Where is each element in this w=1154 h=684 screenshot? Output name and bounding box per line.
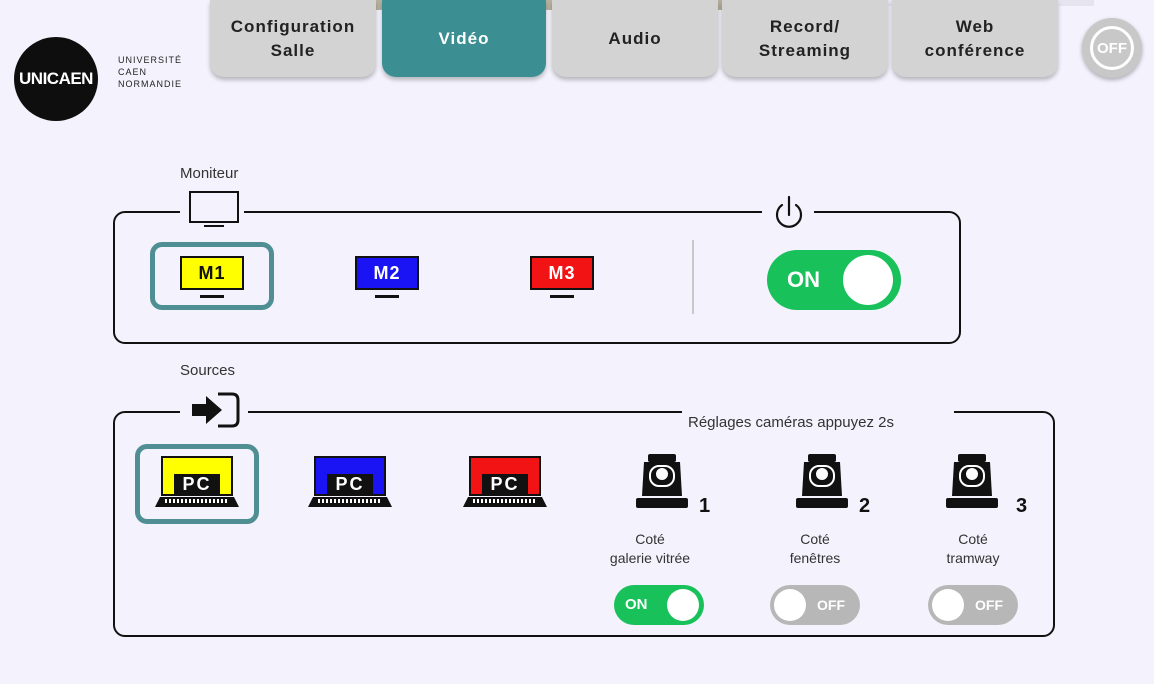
moniteur-label: Moniteur <box>180 165 239 182</box>
logo-mark: UNICAEN <box>19 69 93 88</box>
sources-label: Sources <box>180 362 236 379</box>
monitor-m3-screen: M3 <box>530 256 594 290</box>
logo-line-3: NORMANDIE <box>118 79 183 89</box>
off-button-label: OFF <box>1090 26 1134 70</box>
camera-2-number: 2 <box>859 495 871 517</box>
tab-audio[interactable]: Audio <box>552 0 718 77</box>
monitor-m1-screen: M1 <box>180 256 244 290</box>
camera-1-icon[interactable] <box>632 452 692 512</box>
tab-configuration-salle[interactable]: Configuration Salle <box>210 0 376 77</box>
camera-1-number: 1 <box>699 495 711 517</box>
power-toggle-label: ON <box>787 267 820 292</box>
pc-label: PC <box>327 474 373 494</box>
logo-line-1: UNIVERSITÉ <box>118 55 183 65</box>
tab-label-line2: conférence <box>924 40 1026 60</box>
camera-2-icon[interactable] <box>792 452 852 512</box>
tab-label-line1: Vidéo <box>438 28 490 48</box>
monitor-stand <box>200 295 224 298</box>
camera-caption-line2: galerie vitrée <box>609 550 691 566</box>
monitor-m3-button[interactable]: M3 <box>530 256 594 306</box>
power-icon <box>775 195 803 228</box>
monitor-icon <box>189 191 239 227</box>
laptop-keys <box>473 499 537 503</box>
tab-label-line1: Web <box>955 16 995 36</box>
laptop-screen: PC <box>161 456 233 496</box>
camera-1-caption: Coté galerie vitrée <box>580 530 720 568</box>
pc-label: PC <box>482 474 528 494</box>
tab-label-line1: Record/ <box>769 16 841 36</box>
source-pc-1-button[interactable]: PC <box>155 456 239 510</box>
camera-1-toggle[interactable]: ON <box>614 585 704 625</box>
laptop-screen: PC <box>314 456 386 496</box>
toggle-label: ON <box>625 596 648 613</box>
input-source-icon <box>192 392 240 428</box>
monitor-power-toggle[interactable]: ON <box>767 250 901 310</box>
monitor-stand <box>375 295 399 298</box>
unicaen-logo: UNICAEN <box>14 37 98 121</box>
toggle-knob <box>843 255 893 305</box>
toggle-knob <box>932 589 964 621</box>
pc-label: PC <box>174 474 220 494</box>
monitor-m2-button[interactable]: M2 <box>355 256 419 306</box>
camera-settings-hint: Réglages caméras appuyez 2s <box>688 414 894 431</box>
monitor-m1-button[interactable]: M1 <box>180 256 244 306</box>
camera-3-caption: Coté tramway <box>903 530 1043 568</box>
toggle-label: OFF <box>975 597 1003 613</box>
tab-label-line2: Salle <box>270 40 316 60</box>
tab-label-line1: Configuration <box>230 16 356 36</box>
monitor-m2-screen: M2 <box>355 256 419 290</box>
camera-caption-line1: Coté <box>958 531 988 547</box>
tab-label-line2: Streaming <box>758 40 852 60</box>
source-pc-2-button[interactable]: PC <box>308 456 392 510</box>
camera-3-toggle[interactable]: OFF <box>928 585 1018 625</box>
monitor-divider <box>692 240 694 314</box>
camera-2-toggle[interactable]: OFF <box>770 585 860 625</box>
camera-3-icon[interactable] <box>942 452 1002 512</box>
camera-2-caption: Coté fenêtres <box>745 530 885 568</box>
logo-line-2: CAEN <box>118 67 148 77</box>
toggle-knob <box>774 589 806 621</box>
laptop-screen: PC <box>469 456 541 496</box>
toggle-label: OFF <box>817 597 845 613</box>
camera-caption-line1: Coté <box>800 531 830 547</box>
tab-web-conference[interactable]: Web conférence <box>892 0 1058 77</box>
laptop-keys <box>165 499 229 503</box>
camera-caption-line1: Coté <box>635 531 665 547</box>
logo-text: UNIVERSITÉ CAEN NORMANDIE <box>118 54 182 90</box>
toggle-knob <box>667 589 699 621</box>
monitor-stand <box>550 295 574 298</box>
tab-label-line1: Audio <box>608 28 662 48</box>
camera-3-number: 3 <box>1016 495 1028 517</box>
source-pc-3-button[interactable]: PC <box>463 456 547 510</box>
camera-caption-line2: fenêtres <box>789 550 841 566</box>
tab-record-streaming[interactable]: Record/Streaming <box>722 0 888 77</box>
tab-video[interactable]: Vidéo <box>382 0 546 77</box>
system-off-button[interactable]: OFF <box>1082 18 1142 78</box>
laptop-keys <box>318 499 382 503</box>
camera-caption-line2: tramway <box>946 550 1000 566</box>
sources-panel <box>113 411 1055 637</box>
